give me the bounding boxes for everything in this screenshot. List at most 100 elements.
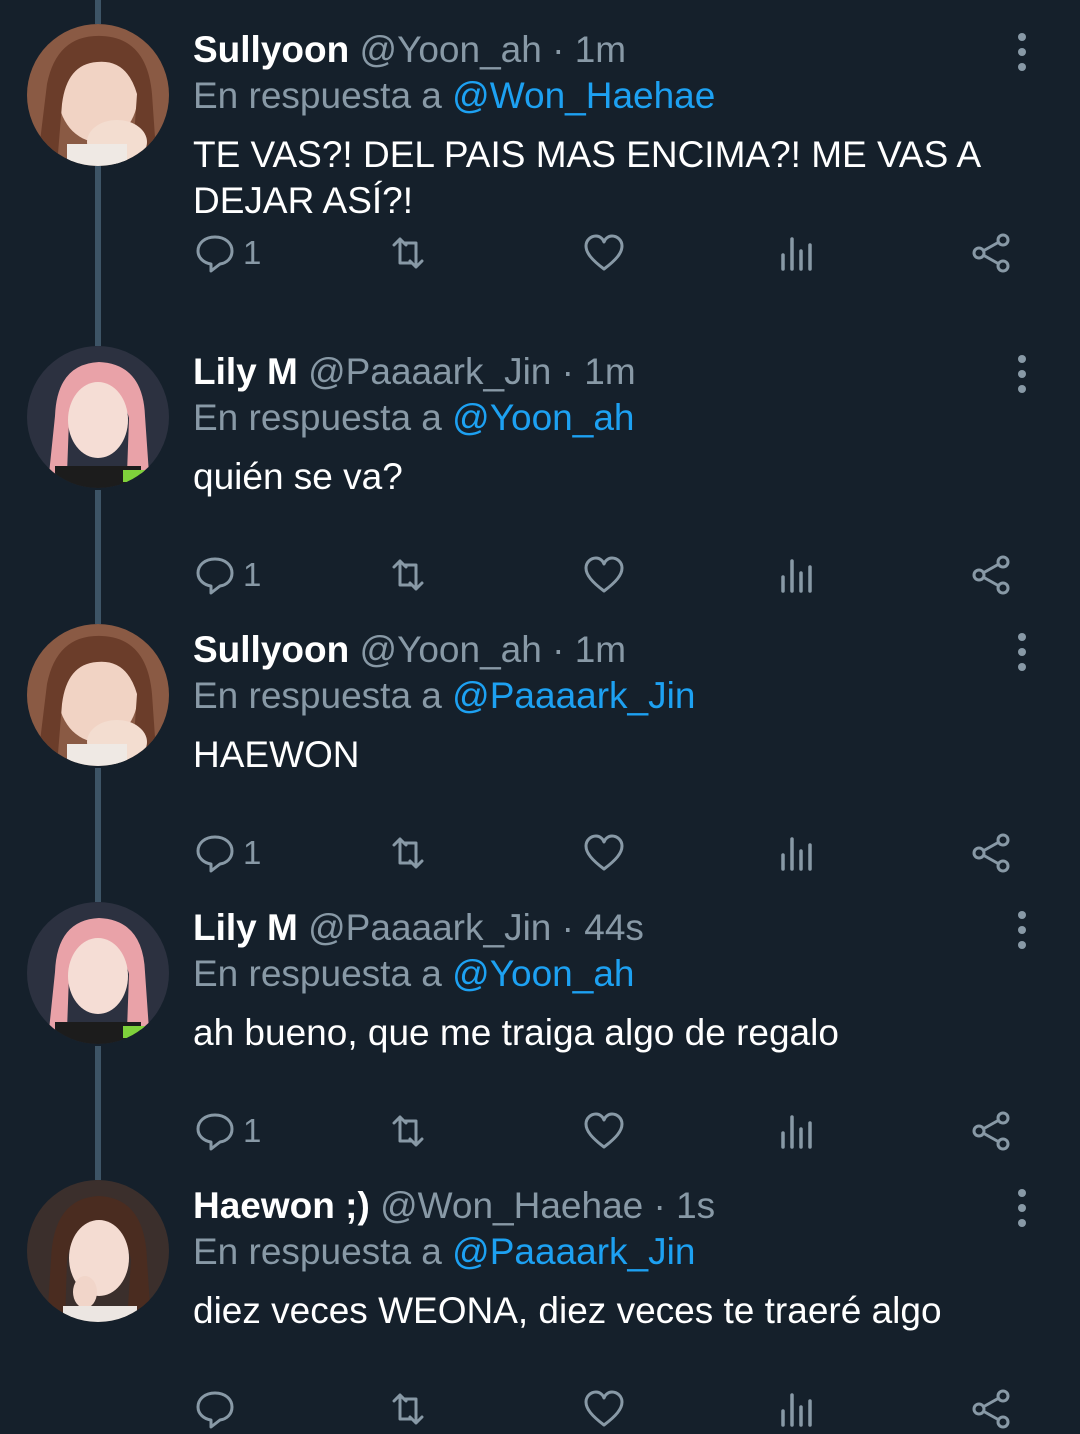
more-options-icon[interactable] — [1012, 354, 1032, 394]
reply-prefix: En respuesta a — [193, 953, 442, 994]
tweet[interactable]: Lily M @Paaaark_Jin · 1m En respuesta a … — [0, 322, 1080, 600]
user-handle[interactable]: @Won_Haehae — [380, 1185, 643, 1226]
retweet-icon — [392, 1115, 424, 1147]
timestamp[interactable]: 1m — [575, 29, 626, 70]
reply-icon — [196, 235, 234, 273]
user-handle[interactable]: @Paaaark_Jin — [308, 351, 551, 392]
analytics-icon — [781, 1393, 812, 1427]
retweet-button[interactable] — [386, 228, 430, 278]
reply-mention[interactable]: @Yoon_ah — [452, 397, 634, 438]
avatar[interactable] — [27, 346, 169, 488]
reply-icon — [196, 835, 234, 873]
share-button[interactable] — [969, 228, 1013, 278]
timestamp[interactable]: 1m — [575, 629, 626, 670]
reply-mention[interactable]: @Paaaark_Jin — [452, 1231, 695, 1272]
like-icon — [584, 556, 624, 593]
reply-prefix: En respuesta a — [193, 1231, 442, 1272]
timestamp[interactable]: 44s — [584, 907, 644, 948]
share-icon — [972, 233, 1010, 273]
reply-prefix: En respuesta a — [193, 75, 442, 116]
share-icon — [972, 833, 1010, 873]
tweet-text: HAEWON — [193, 734, 360, 775]
separator-dot: · — [561, 907, 574, 948]
display-name[interactable]: Sullyoon — [193, 629, 349, 670]
reply-context: En respuesta a @Yoon_ah — [193, 394, 1013, 442]
tweet-text: diez veces WEONA, diez veces te traeré a… — [193, 1290, 942, 1331]
display-name[interactable]: Haewon ;) — [193, 1185, 370, 1226]
reply-button[interactable]: 1 — [193, 1106, 261, 1156]
analytics-icon — [781, 237, 812, 271]
more-options-icon[interactable] — [1012, 910, 1032, 950]
reply-context: En respuesta a @Paaaark_Jin — [193, 1228, 1013, 1276]
reply-button[interactable]: 1 — [193, 228, 261, 278]
reply-button[interactable] — [193, 1384, 243, 1434]
reply-count: 1 — [243, 1112, 262, 1149]
more-options-icon[interactable] — [1012, 32, 1032, 72]
reply-count: 1 — [243, 556, 262, 593]
retweet-button[interactable] — [386, 550, 430, 600]
analytics-icon — [781, 1115, 812, 1149]
tweet[interactable]: Haewon ;) @Won_Haehae · 1s En respuesta … — [0, 1156, 1080, 1434]
retweet-icon — [392, 1393, 424, 1425]
reply-button[interactable]: 1 — [193, 550, 261, 600]
share-button[interactable] — [969, 1106, 1013, 1156]
avatar[interactable] — [27, 902, 169, 1044]
analytics-button[interactable] — [775, 550, 819, 600]
reply-context: En respuesta a @Paaaark_Jin — [193, 672, 1013, 720]
tweet-actions: 1 — [193, 1106, 1023, 1156]
like-button[interactable] — [582, 228, 626, 278]
timestamp[interactable]: 1s — [676, 1185, 715, 1226]
avatar[interactable] — [27, 1180, 169, 1322]
reply-context: En respuesta a @Won_Haehae — [193, 72, 1013, 120]
reply-mention[interactable]: @Paaaark_Jin — [452, 675, 695, 716]
share-button[interactable] — [969, 550, 1013, 600]
share-icon — [972, 1389, 1010, 1429]
like-button[interactable] — [582, 550, 626, 600]
reply-mention[interactable]: @Yoon_ah — [452, 953, 634, 994]
retweet-button[interactable] — [386, 828, 430, 878]
user-handle[interactable]: @Yoon_ah — [360, 629, 542, 670]
retweet-icon — [392, 559, 424, 591]
tweet[interactable]: Sullyoon @Yoon_ah · 1m En respuesta a @P… — [0, 600, 1080, 878]
reply-count: 1 — [243, 234, 262, 271]
separator-dot: · — [552, 629, 565, 670]
retweet-button[interactable] — [386, 1384, 430, 1434]
like-icon — [584, 1112, 624, 1149]
tweet[interactable]: Lily M @Paaaark_Jin · 44s En respuesta a… — [0, 878, 1080, 1156]
tweet-actions: 1 — [193, 828, 1023, 878]
analytics-icon — [781, 837, 812, 871]
avatar[interactable] — [27, 624, 169, 766]
retweet-icon — [392, 837, 424, 869]
avatar[interactable] — [27, 24, 169, 166]
analytics-button[interactable] — [775, 1106, 819, 1156]
timestamp[interactable]: 1m — [584, 351, 635, 392]
user-handle[interactable]: @Paaaark_Jin — [308, 907, 551, 948]
analytics-button[interactable] — [775, 228, 819, 278]
like-icon — [584, 834, 624, 871]
display-name[interactable]: Lily M — [193, 351, 298, 392]
reply-icon — [196, 1113, 234, 1151]
more-options-icon[interactable] — [1012, 632, 1032, 672]
display-name[interactable]: Sullyoon — [193, 29, 349, 70]
analytics-button[interactable] — [775, 828, 819, 878]
reply-icon — [196, 1391, 234, 1429]
tweet[interactable]: Sullyoon @Yoon_ah · 1m En respuesta a @W… — [0, 0, 1080, 278]
share-button[interactable] — [969, 828, 1013, 878]
separator-dot: · — [552, 29, 565, 70]
like-icon — [584, 1390, 624, 1427]
retweet-button[interactable] — [386, 1106, 430, 1156]
like-button[interactable] — [582, 828, 626, 878]
reply-count: 1 — [243, 834, 262, 871]
reply-context: En respuesta a @Yoon_ah — [193, 950, 1013, 998]
analytics-button[interactable] — [775, 1384, 819, 1434]
separator-dot: · — [653, 1185, 666, 1226]
reply-button[interactable]: 1 — [193, 828, 261, 878]
reply-mention[interactable]: @Won_Haehae — [452, 75, 715, 116]
user-handle[interactable]: @Yoon_ah — [360, 29, 542, 70]
like-button[interactable] — [582, 1384, 626, 1434]
display-name[interactable]: Lily M — [193, 907, 298, 948]
reply-prefix: En respuesta a — [193, 675, 442, 716]
share-button[interactable] — [969, 1384, 1013, 1434]
more-options-icon[interactable] — [1012, 1188, 1032, 1228]
like-button[interactable] — [582, 1106, 626, 1156]
